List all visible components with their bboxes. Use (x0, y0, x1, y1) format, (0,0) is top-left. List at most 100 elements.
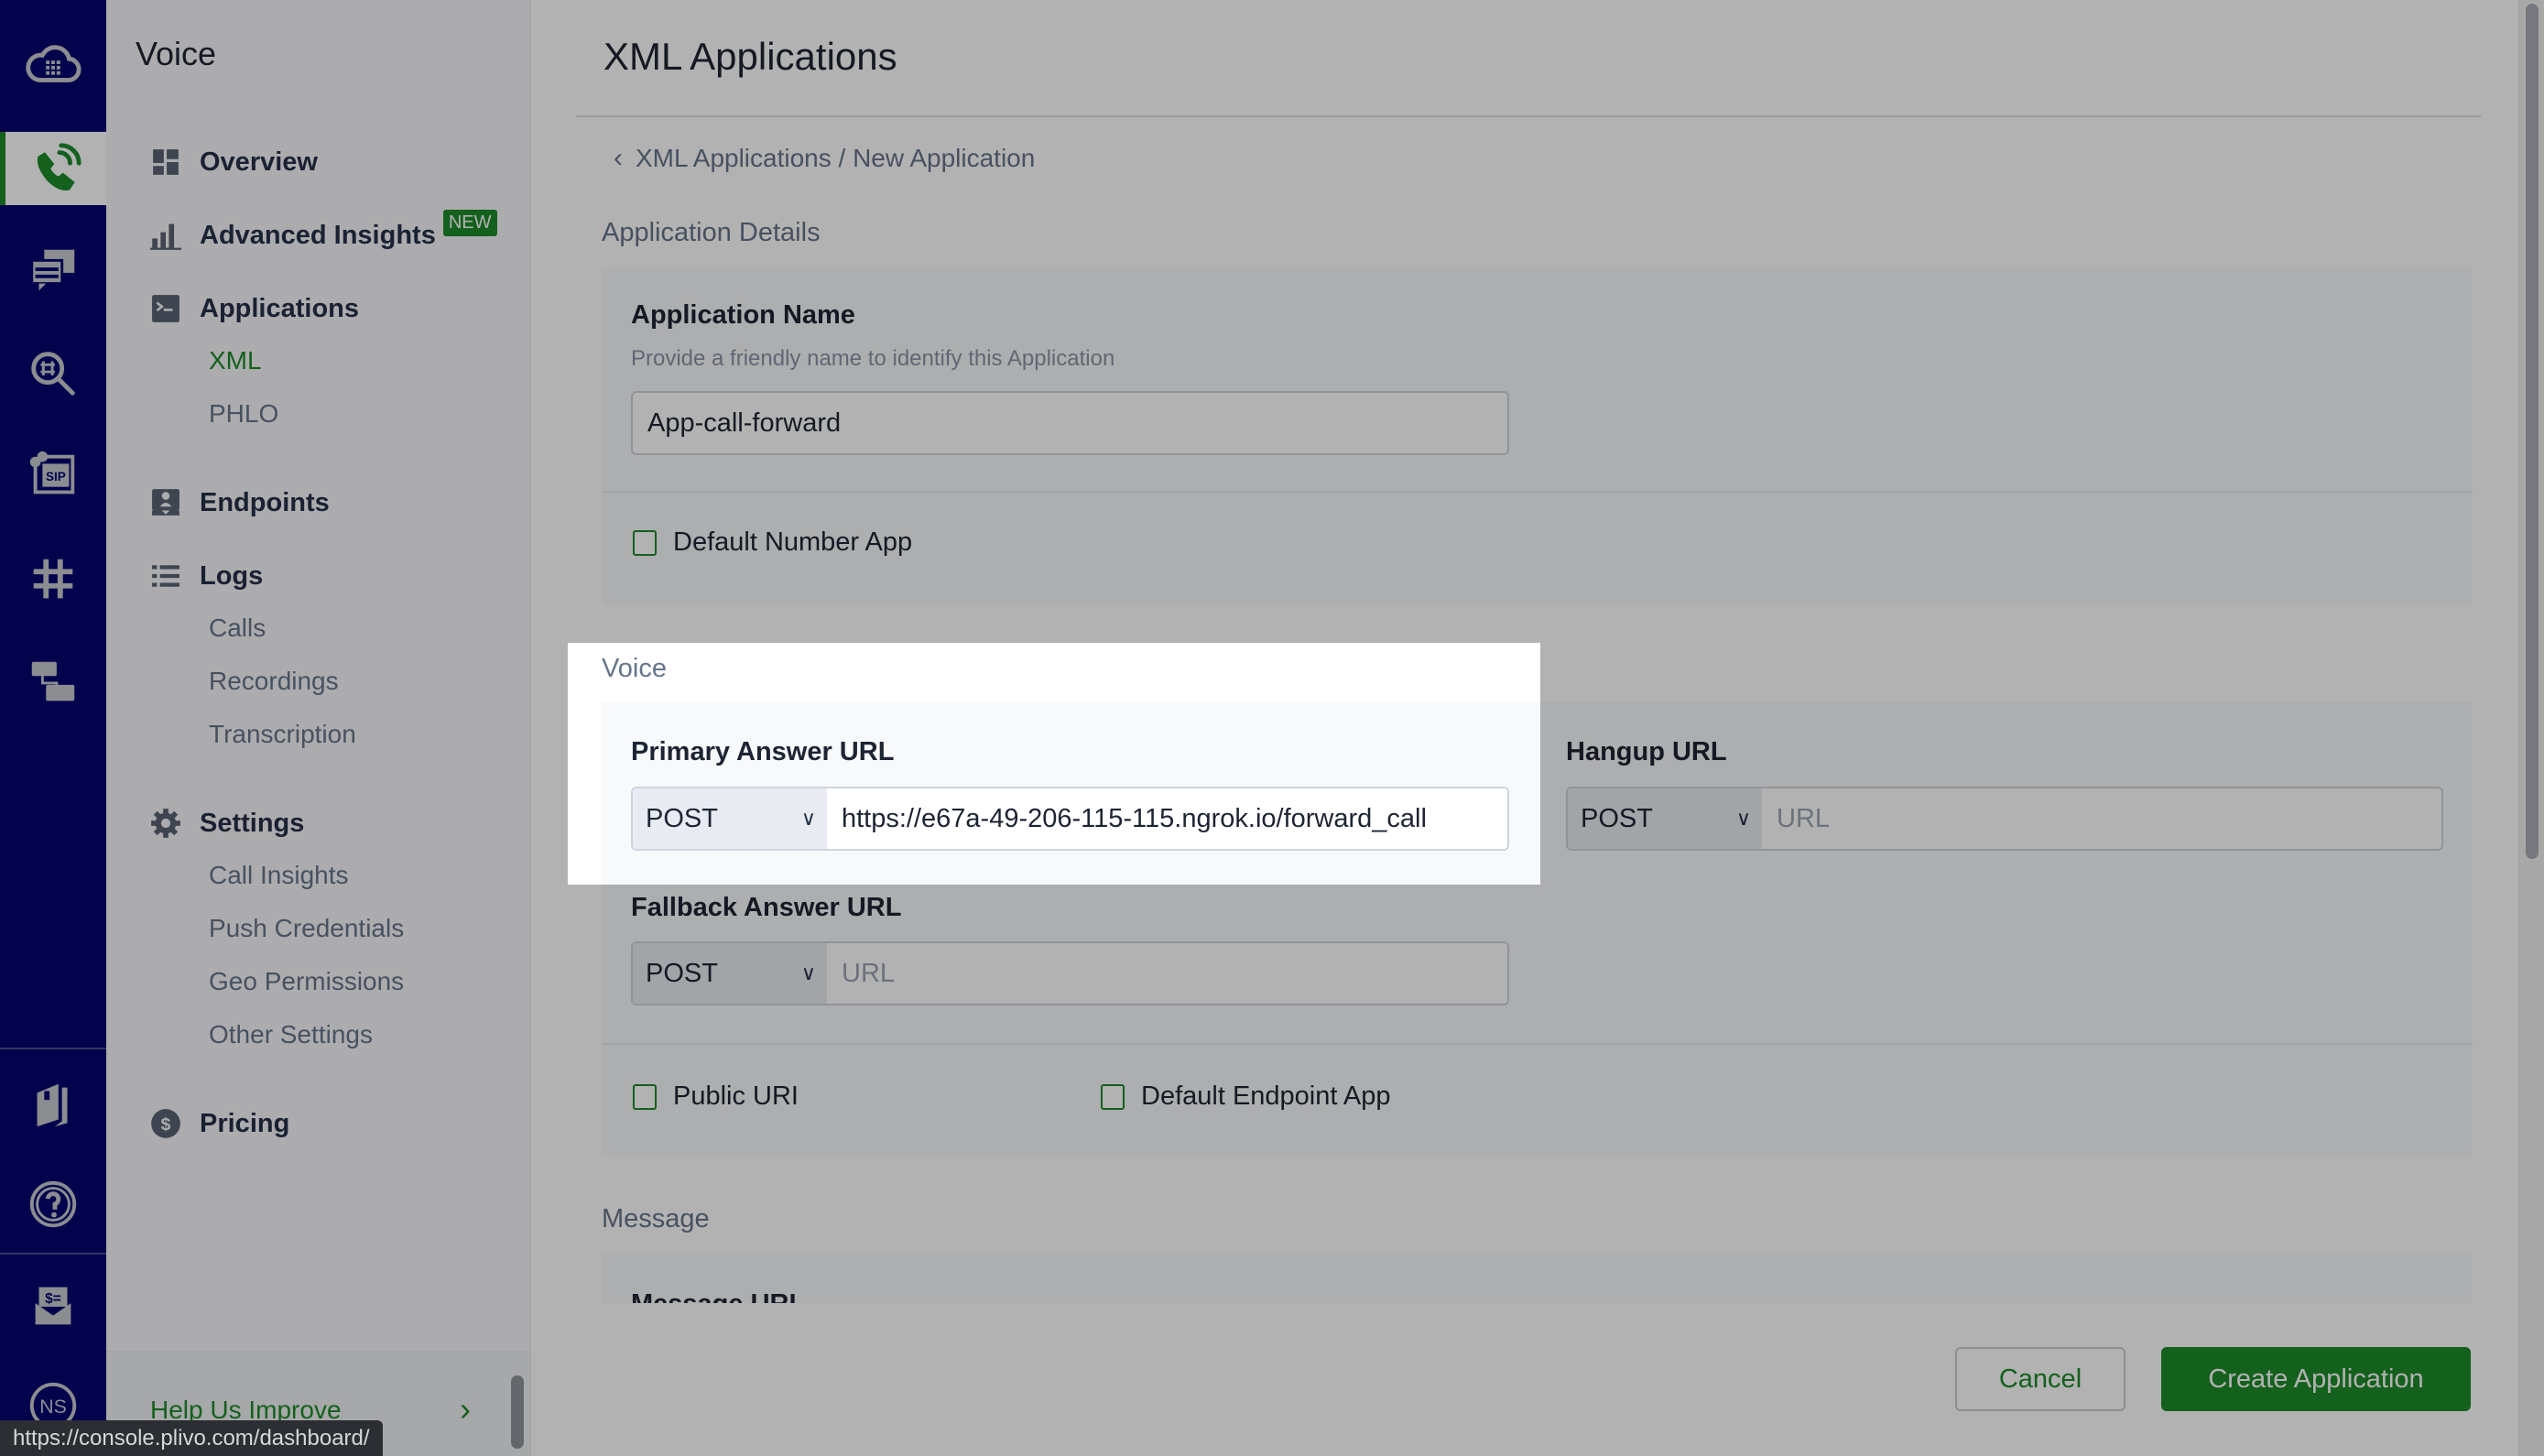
new-badge: NEW (442, 209, 497, 236)
breadcrumb[interactable]: ‹ XML Applications / New Application (614, 143, 1035, 174)
voice-card: Primary Answer URL POST ∨ https://e67a-4… (602, 702, 2473, 1157)
application-details-heading: Application Details (602, 218, 821, 247)
application-name-value: App-call-forward (647, 407, 842, 438)
sidebar-subitem-other-settings[interactable]: Other Settings (209, 1020, 373, 1049)
checkbox-box[interactable] (633, 1083, 657, 1110)
method-value: POST (1581, 803, 1653, 833)
rail-divider (0, 1048, 106, 1049)
title-divider (576, 115, 2481, 117)
docs-book-icon[interactable] (0, 1062, 106, 1145)
sidebar-item-label: Pricing (200, 1108, 290, 1138)
breadcrumb-text: XML Applications / New Application (636, 144, 1036, 172)
scrollbar-thumb[interactable] (2526, 4, 2539, 859)
status-url-tooltip: https://console.plivo.com/dashboard/ (0, 1420, 383, 1456)
sidebar-item-label: Applications (200, 293, 360, 323)
sidebar-subitem-recordings[interactable]: Recordings (209, 667, 339, 696)
sidebar-subitem-call-insights[interactable]: Call Insights (209, 861, 349, 890)
application-name-label: Application Name (631, 300, 855, 330)
sidebar-item-logs[interactable]: Logs (150, 553, 263, 599)
svg-text:SIP: SIP (46, 470, 66, 484)
sidebar-item-label: Advanced Insights (200, 220, 436, 250)
checkbox-box[interactable] (633, 529, 657, 556)
sip-trunking-icon[interactable]: SIP (0, 440, 106, 513)
default-endpoint-app-checkbox[interactable]: Default Endpoint App (1101, 1081, 1390, 1112)
terminal-icon (150, 293, 181, 324)
help-icon[interactable] (0, 1163, 106, 1245)
checkbox-label: Public URI (673, 1081, 799, 1111)
sidebar-item-label: Overview (200, 147, 318, 177)
icon-rail: SIP $= NS (0, 0, 106, 1456)
chevron-down-icon: ∨ (1735, 807, 1751, 830)
card-divider (602, 491, 2473, 493)
sidebar-scrollbar[interactable] (511, 1375, 524, 1449)
sidebar-item-advanced-insights[interactable]: Advanced Insights NEW (150, 209, 497, 258)
primary-answer-url-field: POST ∨ https://e67a-49-206-115-115.ngrok… (631, 787, 1509, 851)
svg-text:$: $ (161, 1115, 171, 1135)
sidebar-item-endpoints[interactable]: Endpoints (150, 480, 330, 526)
sidebar-item-settings[interactable]: Settings (150, 800, 304, 846)
form-footer: Cancel Create Application (531, 1303, 2518, 1456)
method-value: POST (646, 803, 718, 833)
voice-call-icon[interactable] (0, 132, 106, 205)
method-value: POST (646, 958, 718, 988)
application-name-input[interactable]: App-call-forward (631, 391, 1509, 455)
sidebar-item-overview[interactable]: Overview (150, 139, 318, 185)
fallback-method-select[interactable]: POST ∨ (633, 943, 827, 1004)
sidebar-item-applications[interactable]: Applications (150, 286, 359, 331)
page-scrollbar[interactable] (2518, 0, 2544, 1456)
phone-numbers-icon[interactable] (0, 542, 106, 615)
page-title: XML Applications (603, 35, 897, 78)
sidebar-item-label: Settings (200, 808, 305, 838)
checkbox-label: Default Number App (673, 527, 913, 557)
message-section-heading: Message (602, 1204, 710, 1233)
svg-text:NS: NS (39, 1396, 67, 1418)
application-name-hint: Provide a friendly name to identify this… (631, 346, 1115, 371)
primary-answer-url-input[interactable]: https://e67a-49-206-115-115.ngrok.io/for… (827, 788, 1507, 849)
application-details-card: Application Name Provide a friendly name… (602, 267, 2473, 605)
chevron-down-icon: ∨ (800, 962, 816, 984)
checkbox-label: Default Endpoint App (1141, 1081, 1391, 1111)
sidebar-item-pricing[interactable]: $ Pricing (150, 1101, 289, 1146)
sidebar-subitem-calls[interactable]: Calls (209, 614, 266, 643)
number-lookup-icon[interactable] (0, 337, 106, 410)
chevron-down-icon: ∨ (800, 807, 816, 830)
sidebar-item-label: Endpoints (200, 487, 330, 517)
fallback-answer-url-input[interactable]: URL (827, 943, 1507, 1004)
messaging-icon[interactable] (0, 234, 106, 308)
default-number-app-checkbox[interactable]: Default Number App (633, 527, 912, 558)
list-icon (150, 560, 181, 592)
rail-divider (0, 1253, 106, 1255)
sidebar-subitem-push-credentials[interactable]: Push Credentials (209, 914, 404, 943)
endpoint-icon (150, 487, 181, 518)
main-content: XML Applications ‹ XML Applications / Ne… (531, 0, 2544, 1456)
hangup-url-field: POST ∨ URL (1566, 787, 2443, 851)
card-divider (602, 1043, 2473, 1045)
fallback-answer-url-field: POST ∨ URL (631, 941, 1509, 1005)
billing-icon[interactable]: $= (0, 1264, 106, 1346)
cancel-button[interactable]: Cancel (1955, 1347, 2125, 1411)
checkbox-box[interactable] (1101, 1083, 1125, 1110)
voice-section-heading: Voice (602, 654, 667, 683)
hangup-url-input[interactable]: URL (1762, 788, 2441, 849)
hangup-url-label: Hangup URL (1566, 737, 1727, 766)
public-uri-checkbox[interactable]: Public URI (633, 1081, 799, 1112)
sidebar-subitem-geo-permissions[interactable]: Geo Permissions (209, 967, 404, 996)
cloud-keypad-logo-icon[interactable] (0, 0, 106, 128)
chevron-right-icon: › (460, 1390, 471, 1428)
sidebar-subitem-transcription[interactable]: Transcription (209, 720, 356, 749)
phlo-flow-icon[interactable] (0, 645, 106, 718)
primary-method-select[interactable]: POST ∨ (633, 788, 827, 849)
bar-chart-icon (150, 220, 181, 251)
create-application-button[interactable]: Create Application (2161, 1347, 2471, 1411)
sidebar-title: Voice (136, 35, 217, 72)
sidebar-subitem-xml[interactable]: XML (209, 346, 262, 375)
primary-answer-url-label: Primary Answer URL (631, 737, 895, 766)
svg-text:$=: $= (45, 1291, 61, 1307)
hangup-method-select[interactable]: POST ∨ (1568, 788, 1762, 849)
sidebar-item-label: Logs (200, 560, 264, 591)
chevron-left-icon: ‹ (614, 143, 623, 173)
sidebar-subitem-phlo[interactable]: PHLO (209, 399, 278, 429)
dollar-circle-icon: $ (150, 1108, 181, 1139)
voice-sidebar: Voice Overview Advanced Insights NEW App… (106, 0, 531, 1456)
fallback-answer-url-label: Fallback Answer URL (631, 893, 902, 922)
